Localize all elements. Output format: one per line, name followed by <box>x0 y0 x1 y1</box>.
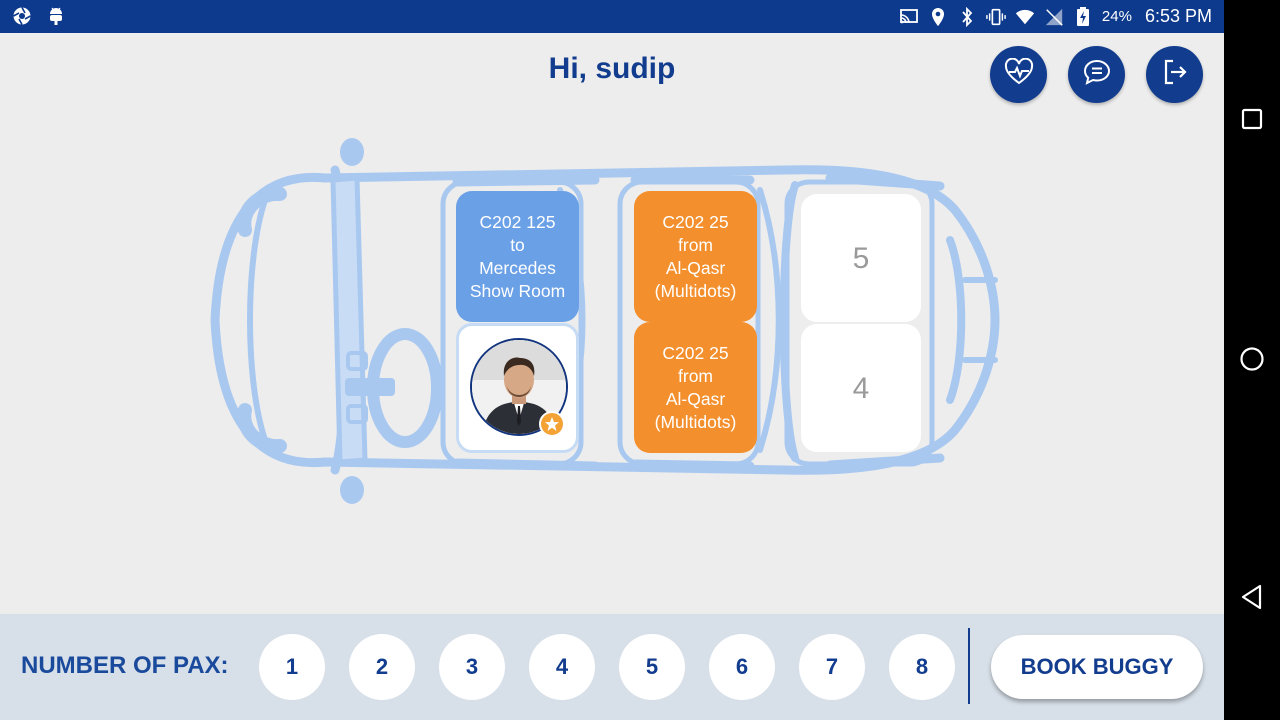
seat-line: Show Room <box>469 280 566 301</box>
logout-icon <box>1161 58 1189 91</box>
triangle-back-icon <box>1240 584 1264 615</box>
seat-number: 5 <box>852 241 870 275</box>
system-nav-bar <box>1224 0 1280 720</box>
pax-option-8[interactable]: 8 <box>889 634 955 700</box>
seat-line: (Multidots) <box>654 411 737 432</box>
pax-option-6[interactable]: 6 <box>709 634 775 700</box>
seat-line: to <box>510 234 525 255</box>
wifi-icon <box>1015 7 1035 27</box>
seat-line: C202 25 <box>662 211 729 232</box>
status-bar: 24% 6:53 PM <box>0 0 1224 33</box>
medal-icon <box>539 411 565 437</box>
pax-option-1[interactable]: 1 <box>259 634 325 700</box>
heart-pulse-icon <box>1004 57 1034 91</box>
divider <box>968 628 970 704</box>
book-buggy-button[interactable]: BOOK BUGGY <box>991 635 1203 699</box>
seat-line: C202 125 <box>479 211 556 232</box>
back-button[interactable] <box>1238 584 1266 615</box>
pax-option-5[interactable]: 5 <box>619 634 685 700</box>
seat-front-bottom[interactable] <box>456 323 579 453</box>
health-button[interactable] <box>990 46 1047 103</box>
battery-percent: 24% <box>1101 8 1132 25</box>
logout-button[interactable] <box>1146 46 1203 103</box>
chat-icon <box>1082 58 1112 91</box>
seat-front-top[interactable]: C202 125 to Mercedes Show Room <box>456 191 579 322</box>
seat-line: Al-Qasr <box>665 388 726 409</box>
seat-middle-top[interactable]: C202 25 from Al-Qasr (Multidots) <box>634 191 757 322</box>
pax-option-4[interactable]: 4 <box>529 634 595 700</box>
seat-line: Al-Qasr <box>665 257 726 278</box>
seat-line: from <box>678 365 713 386</box>
seat-line: from <box>678 234 713 255</box>
pax-option-3[interactable]: 3 <box>439 634 505 700</box>
pax-label: NUMBER OF PAX: <box>21 652 229 679</box>
seat-rear-top[interactable]: 5 <box>801 194 921 322</box>
pax-bar: NUMBER OF PAX: 1 2 3 4 5 6 7 8 BOOK BUGG… <box>0 614 1224 720</box>
pax-option-2[interactable]: 2 <box>349 634 415 700</box>
location-icon <box>928 7 948 27</box>
seat-rear-bottom[interactable]: 4 <box>801 324 921 452</box>
app-screen: 24% 6:53 PM Hi, sudip C202 125 to Merced… <box>0 0 1224 720</box>
vibrate-icon <box>986 7 1006 27</box>
seat-number: 4 <box>852 371 870 405</box>
seat-middle-bottom[interactable]: C202 25 from Al-Qasr (Multidots) <box>634 322 757 453</box>
shutter-icon <box>12 6 32 26</box>
square-icon <box>1241 108 1263 135</box>
seat-line: Mercedes <box>479 257 556 278</box>
clock: 6:53 PM <box>1144 6 1212 26</box>
seat-line: C202 25 <box>662 342 729 363</box>
bluetooth-icon <box>957 6 977 27</box>
battery-charging-icon <box>1073 6 1093 27</box>
android-icon <box>46 6 66 26</box>
pax-option-7[interactable]: 7 <box>799 634 865 700</box>
chat-button[interactable] <box>1068 46 1125 103</box>
circle-icon <box>1239 346 1265 377</box>
cast-icon <box>899 7 919 27</box>
no-signal-icon <box>1044 7 1064 27</box>
seat-line: (Multidots) <box>654 280 737 301</box>
home-button[interactable] <box>1238 346 1266 377</box>
recents-button[interactable] <box>1238 107 1266 135</box>
